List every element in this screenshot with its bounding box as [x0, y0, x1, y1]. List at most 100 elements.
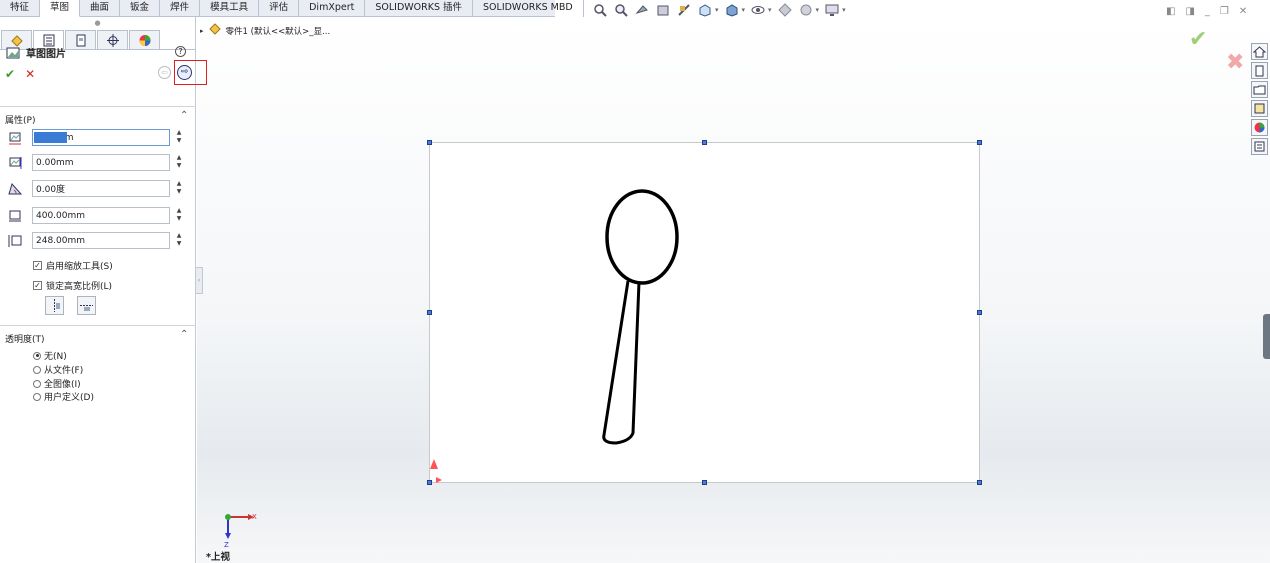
resize-handle[interactable] [977, 310, 982, 315]
close-icon[interactable]: ✕ [1239, 6, 1247, 17]
part-name[interactable]: 零件1 (默认<<默认>_显... [226, 25, 331, 37]
svg-text:Z: Z [224, 541, 229, 549]
highlight-box [174, 60, 207, 85]
flyout-feature-tree[interactable]: ▸ 零件1 (默认<<默认>_显... [200, 23, 330, 38]
expand-arrow-icon[interactable]: ▸ [200, 27, 204, 35]
section-view-icon[interactable] [655, 3, 671, 17]
view-palette-icon[interactable] [1251, 100, 1268, 117]
tab-display-manager[interactable] [129, 30, 160, 49]
flip-horizontal-button[interactable] [45, 296, 64, 315]
file-explorer-icon[interactable] [1251, 81, 1268, 98]
lock-aspect-ratio-label: 锁定高宽比例(L) [46, 282, 113, 292]
display-style-icon[interactable] [724, 3, 740, 17]
height-field[interactable] [32, 232, 170, 249]
view-settings-icon[interactable] [824, 3, 840, 17]
tab-dimxpert[interactable]: DimXpert [299, 0, 366, 17]
property-manager-header: 草图图片 [6, 45, 66, 60]
checkbox-checked-icon[interactable]: ✓ [33, 281, 42, 290]
task-pane-tabs [1251, 43, 1270, 157]
view-name-label: *上视 [206, 552, 230, 563]
edit-appearance-icon[interactable] [777, 3, 793, 17]
dynamic-annotation-icon[interactable] [676, 3, 692, 17]
side-edge-tab[interactable] [1263, 314, 1270, 359]
radio-selected-icon[interactable] [33, 351, 41, 360]
tab-sheet-metal[interactable]: 钣金 [120, 0, 161, 17]
angle-stepper[interactable]: ▲ ▼ [174, 180, 184, 197]
height-icon [8, 234, 22, 247]
configuration-manager-icon [76, 34, 85, 46]
appearances-icon[interactable] [1251, 119, 1268, 136]
height-stepper[interactable]: ▲ ▼ [174, 232, 184, 249]
home-icon[interactable] [1251, 43, 1268, 60]
lock-aspect-ratio-checkbox[interactable]: ✓ 锁定高宽比例(L) [33, 279, 112, 292]
tab-sketch[interactable]: 草图 [40, 0, 81, 17]
part-icon [208, 23, 222, 38]
resize-handle[interactable] [427, 480, 432, 485]
view-orientation-icon[interactable] [697, 3, 713, 17]
width-field[interactable] [32, 207, 170, 224]
window-controls: ◧ ◨ _ ❐ ✕ [1166, 6, 1247, 17]
resize-handle[interactable] [702, 480, 707, 485]
sketch-picture[interactable] [429, 142, 980, 483]
width-stepper[interactable]: ▲ ▼ [174, 207, 184, 224]
design-library-icon[interactable] [1251, 62, 1268, 79]
transparency-option-from-file[interactable]: 从文件(F) [33, 363, 83, 376]
apply-scene-icon[interactable] [798, 3, 814, 17]
spoon-drawing [430, 189, 679, 483]
tile-left-icon[interactable]: ◧ [1166, 6, 1175, 17]
transparency-option-full-image[interactable]: 全图像(I) [33, 377, 81, 390]
tab-weldments[interactable]: 焊件 [160, 0, 201, 17]
properties-section-title[interactable]: 属性(P) [5, 113, 35, 126]
previous-page-button[interactable]: ⇦ [158, 66, 171, 79]
resize-handle[interactable] [427, 140, 432, 145]
transparency-option-user-defined[interactable]: 用户定义(D) [33, 390, 94, 403]
confirm-cancel-icon[interactable]: ✖ [1226, 50, 1244, 75]
resize-handle[interactable] [702, 140, 707, 145]
svg-text:X: X [252, 513, 257, 521]
hide-show-icon[interactable] [750, 3, 766, 17]
tab-surfaces[interactable]: 曲面 [80, 0, 121, 17]
y-position-stepper[interactable]: ▲ ▼ [174, 154, 184, 171]
y-position-field[interactable] [32, 154, 170, 171]
panel-grip[interactable]: ● [0, 17, 195, 30]
tile-right-icon[interactable]: ◨ [1185, 6, 1194, 17]
zoom-area-icon[interactable] [613, 3, 629, 17]
tab-evaluate[interactable]: 评估 [259, 0, 300, 17]
confirm-ok-icon[interactable]: ✔ [1189, 27, 1207, 52]
transparency-option-none[interactable]: 无(N) [33, 349, 67, 362]
restore-icon[interactable]: ❐ [1220, 6, 1229, 17]
cancel-button[interactable]: ✕ [25, 67, 35, 81]
sketch-picture-icon [6, 47, 20, 58]
checkbox-checked-icon[interactable]: ✓ [33, 261, 42, 270]
x-position-icon [9, 132, 21, 144]
help-icon[interactable]: ? [175, 46, 186, 57]
enable-scale-tool-checkbox[interactable]: ✓ 启用缩放工具(S) [33, 259, 113, 272]
radio-icon[interactable] [33, 365, 41, 374]
transparency-section-title[interactable]: 透明度(T) [5, 332, 45, 345]
minimize-icon[interactable]: _ [1205, 6, 1210, 17]
custom-properties-icon[interactable] [1251, 138, 1268, 155]
tab-configuration-manager[interactable] [65, 30, 96, 49]
collapse-caret-icon[interactable]: ⌃ [180, 329, 188, 340]
radio-icon[interactable] [33, 379, 41, 388]
tab-mbd[interactable]: SOLIDWORKS MBD [473, 0, 584, 17]
resize-handle[interactable] [427, 310, 432, 315]
collapse-caret-icon[interactable]: ⌃ [180, 110, 188, 121]
radio-icon[interactable] [33, 392, 41, 401]
zoom-to-fit-icon[interactable] [592, 3, 608, 17]
tab-dimxpert-manager[interactable] [97, 30, 128, 49]
tab-addins[interactable]: SOLIDWORKS 插件 [365, 0, 474, 17]
flip-horizontal-icon [54, 299, 60, 312]
x-position-stepper[interactable]: ▲ ▼ [174, 129, 184, 146]
ok-button[interactable]: ✔ [5, 67, 15, 81]
previous-view-icon[interactable] [634, 3, 650, 17]
tab-mold-tools[interactable]: 模具工具 [200, 0, 260, 17]
angle-field[interactable] [32, 180, 170, 197]
y-position-icon [9, 156, 22, 169]
display-manager-icon [139, 34, 150, 46]
resize-handle[interactable] [977, 140, 982, 145]
resize-handle[interactable] [977, 480, 982, 485]
flip-vertical-button[interactable] [77, 296, 96, 315]
tab-features[interactable]: 特征 [0, 0, 41, 17]
panel-collapse-handle[interactable]: ‹ [196, 267, 203, 294]
